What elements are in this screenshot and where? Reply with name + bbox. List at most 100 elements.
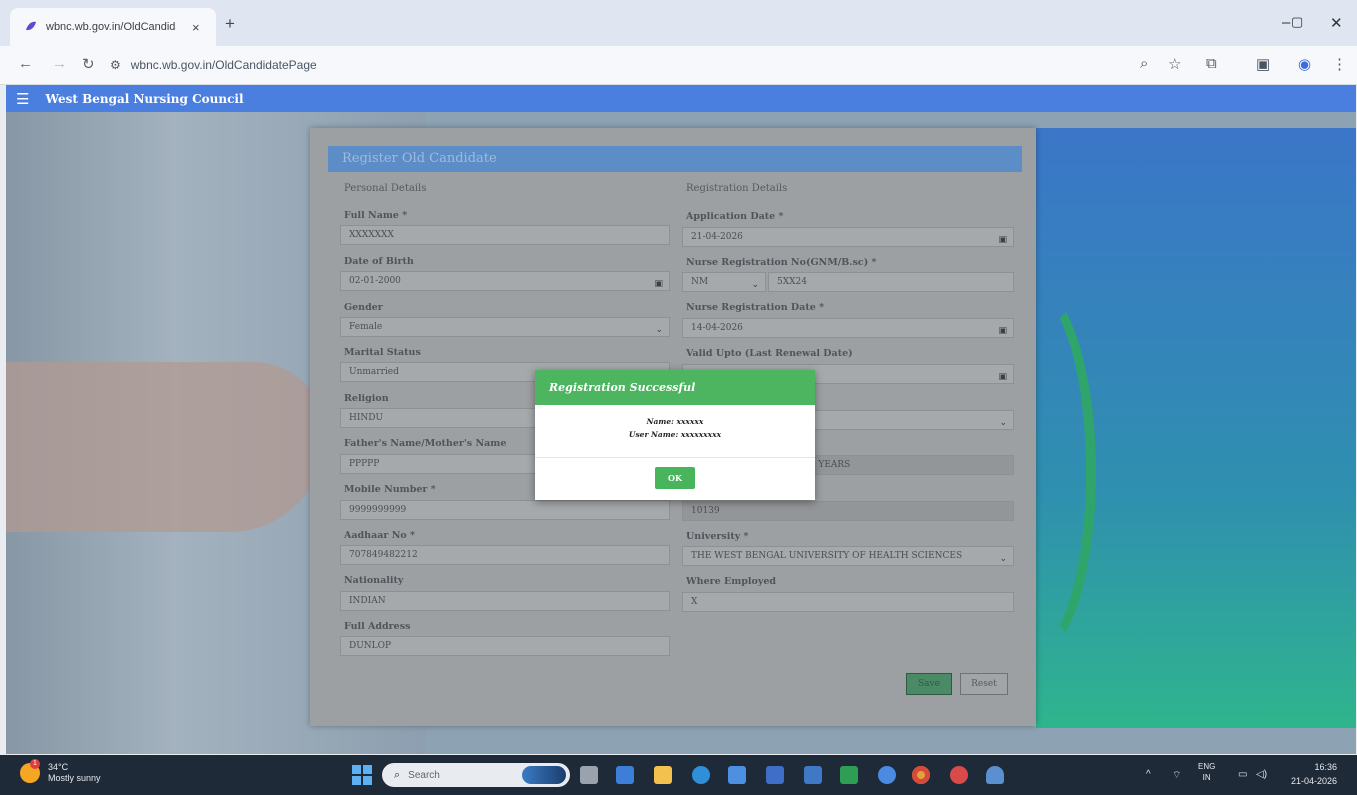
nurse-reg-date-value: 14-04-2026: [691, 323, 743, 333]
task-view-icon[interactable]: [580, 766, 598, 784]
clock-date: 21-04-2026: [1290, 776, 1337, 786]
browser-tab[interactable]: wbnc.wb.gov.in/OldCandidatePage ×: [10, 8, 216, 46]
excel-icon[interactable]: [840, 766, 858, 784]
chevron-down-icon: ⌄: [999, 418, 1007, 428]
extensions-icon[interactable]: ⧉: [1206, 55, 1217, 72]
zoom-icon[interactable]: ⌕: [1140, 55, 1148, 72]
where-employed-field[interactable]: X: [682, 592, 1014, 612]
restore-button[interactable]: ▢: [1291, 14, 1303, 30]
nurse-reg-no-label: Nurse Registration No(GNM/B.sc) *: [686, 257, 877, 268]
tray-overflow-icon[interactable]: ^: [1146, 769, 1151, 780]
volume-icon[interactable]: ◁): [1256, 769, 1267, 780]
dob-field[interactable]: 02-01-2000 ▣: [340, 271, 670, 291]
url-text: wbnc.wb.gov.in/OldCandidatePage: [130, 58, 317, 72]
registration-success-dialog: Registration Successful Name: xxxxxx Use…: [535, 370, 815, 500]
valid-upto-label: Valid Upto (Last Renewal Date): [686, 348, 853, 359]
network-icon[interactable]: ⌔: [1172, 769, 1181, 782]
edge-browser-icon[interactable]: [692, 766, 710, 784]
address-bar[interactable]: ⚙ wbnc.wb.gov.in/OldCandidatePage: [110, 51, 1190, 79]
clock[interactable]: 16:36 21-04-2026: [1291, 760, 1337, 788]
close-window-button[interactable]: ✕: [1330, 14, 1343, 32]
forward-icon[interactable]: →: [52, 55, 67, 72]
notification-badge: 1: [30, 759, 40, 769]
display-icon[interactable]: ▭: [1238, 769, 1247, 780]
chrome-icon[interactable]: [912, 766, 930, 784]
weather-sun-icon: 1: [20, 759, 40, 783]
address-field[interactable]: DUNLOP: [340, 636, 670, 656]
chevron-down-icon: ⌄: [751, 280, 759, 290]
background-photo-arm: [6, 362, 326, 532]
minimize-button[interactable]: –: [1282, 14, 1290, 31]
weather-condition: Mostly sunny: [48, 773, 101, 783]
gender-select[interactable]: Female ⌄: [340, 317, 670, 337]
university-value: THE WEST BENGAL UNIVERSITY OF HEALTH SCI…: [691, 551, 963, 561]
tab-close-icon[interactable]: ×: [192, 20, 200, 35]
university-select[interactable]: THE WEST BENGAL UNIVERSITY OF HEALTH SCI…: [682, 546, 1014, 566]
calendar-icon[interactable]: ▣: [998, 368, 1007, 383]
search-highlight-icon: [522, 766, 566, 784]
widgets-app-icon[interactable]: [616, 766, 634, 784]
weather-widget[interactable]: 1 34°C Mostly sunny: [20, 759, 101, 784]
save-button[interactable]: Save: [906, 673, 952, 695]
nurse-reg-prefix-value: NM: [691, 277, 709, 287]
app-icon-blue[interactable]: [986, 766, 1004, 784]
dialog-username-line: User Name: xxxxxxxxx: [628, 430, 722, 439]
calendar-icon[interactable]: ▣: [654, 275, 663, 290]
clock-time: 16:36: [1314, 762, 1337, 772]
app-icon[interactable]: [878, 766, 896, 784]
menu-icon[interactable]: ☰: [16, 90, 29, 108]
dob-value: 02-01-2000: [349, 276, 401, 286]
taskbar-search[interactable]: ⌕ Search: [382, 763, 570, 787]
dialog-body: Name: xxxxxx User Name: xxxxxxxxx: [535, 405, 815, 441]
tab-search-icon[interactable]: ▣: [1256, 55, 1270, 73]
chevron-down-icon: ⌄: [655, 325, 663, 335]
back-icon[interactable]: ←: [18, 55, 33, 72]
where-employed-label: Where Employed: [686, 576, 777, 587]
religion-label: Religion: [344, 393, 389, 404]
address-label: Full Address: [344, 621, 411, 632]
nationality-field[interactable]: INDIAN: [340, 591, 670, 611]
app-icon-red[interactable]: [950, 766, 968, 784]
word-icon[interactable]: [804, 766, 822, 784]
calendar-icon[interactable]: ▣: [998, 322, 1007, 337]
search-placeholder: Search: [408, 769, 440, 781]
bookmark-star-icon[interactable]: ☆: [1168, 55, 1181, 73]
parent-name-label: Father's Name/Mother's Name: [344, 438, 507, 449]
dialog-divider: [535, 457, 815, 458]
nurse-reg-no-field[interactable]: 5XX24: [768, 272, 1014, 292]
reload-icon[interactable]: ↻: [82, 55, 95, 73]
tab-title: wbnc.wb.gov.in/OldCandidatePage: [46, 21, 176, 33]
dialog-name-line: Name: xxxxxx: [646, 417, 704, 426]
profile-icon[interactable]: ◉: [1298, 55, 1311, 73]
ok-button[interactable]: OK: [655, 467, 695, 489]
application-date-field[interactable]: 21-04-2026 ▣: [682, 227, 1014, 247]
new-tab-button[interactable]: +: [225, 14, 235, 34]
reset-button[interactable]: Reset: [960, 673, 1008, 695]
form-title: Register Old Candidate: [328, 146, 1022, 172]
language-indicator[interactable]: ENG IN: [1198, 761, 1215, 783]
app-header: ☰ West Bengal Nursing Council: [6, 85, 1356, 112]
mail-icon[interactable]: [766, 766, 784, 784]
file-explorer-icon[interactable]: [654, 766, 672, 784]
temperature: 34°C: [48, 762, 69, 772]
calendar-icon[interactable]: ▣: [998, 231, 1007, 246]
application-date-value: 21-04-2026: [691, 232, 743, 242]
university-label: University *: [686, 531, 749, 542]
nurse-reg-date-field[interactable]: 14-04-2026 ▣: [682, 318, 1014, 338]
windows-taskbar: 1 34°C Mostly sunny ⌕ Search ^ ⌔ ENG IN …: [0, 755, 1357, 795]
site-favicon-icon: [26, 21, 36, 31]
nurse-reg-prefix-select[interactable]: NM ⌄: [682, 272, 766, 292]
site-info-icon[interactable]: ⚙: [110, 58, 121, 72]
browser-menu-icon[interactable]: ⋮: [1332, 55, 1347, 73]
marital-status-label: Marital Status: [344, 347, 421, 358]
site-brand[interactable]: West Bengal Nursing Council: [45, 92, 243, 106]
dob-label: Date of Birth: [344, 256, 414, 267]
full-name-field[interactable]: XXXXXXX: [340, 225, 670, 245]
start-button-icon[interactable]: [352, 765, 372, 785]
aadhaar-field[interactable]: 707849482212: [340, 545, 670, 565]
lang-top: ENG: [1198, 762, 1216, 771]
search-icon: ⌕: [394, 768, 401, 781]
registration-section-title: Registration Details: [686, 183, 788, 194]
store-icon[interactable]: [728, 766, 746, 784]
mobile-field[interactable]: 9999999999: [340, 500, 670, 520]
